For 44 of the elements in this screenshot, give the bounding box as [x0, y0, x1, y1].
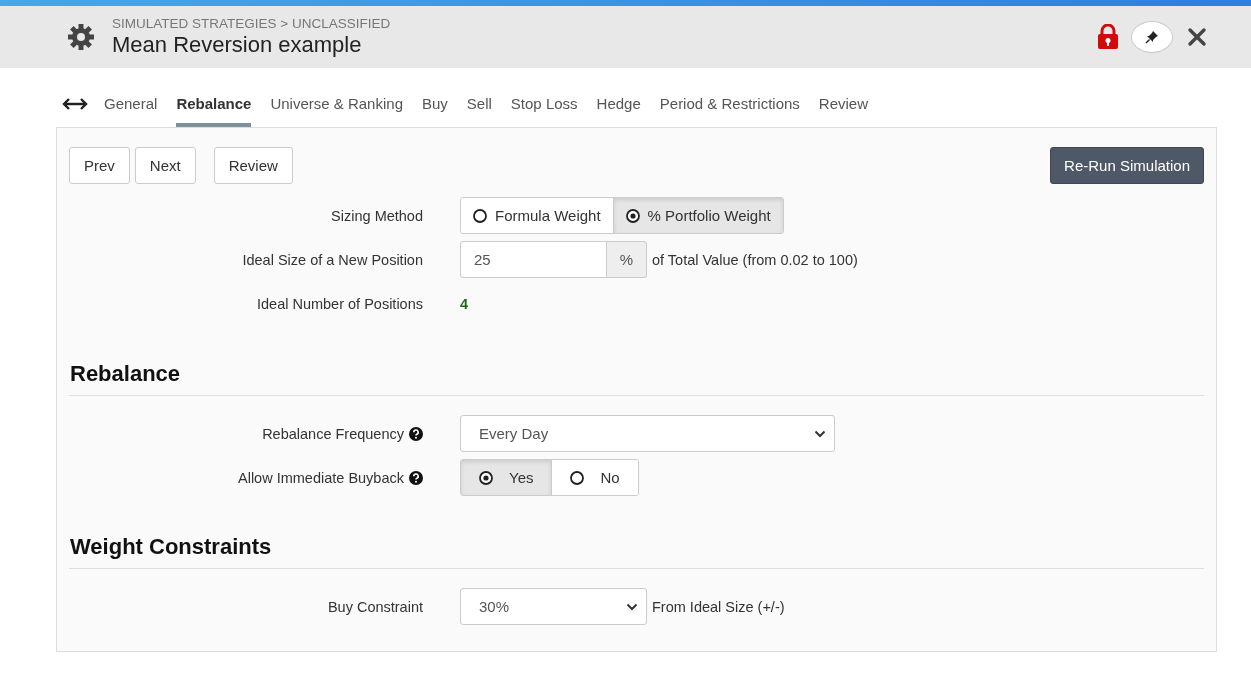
select-field[interactable]: Every Day: [460, 415, 835, 452]
tab[interactable]: Stop Loss: [510, 95, 578, 127]
section-heading: Rebalance: [69, 322, 1204, 396]
radio-icon[interactable]: [479, 470, 493, 485]
tab[interactable]: General: [104, 95, 158, 127]
field-label: Rebalance Frequency: [262, 425, 404, 442]
radio-icon[interactable]: [473, 208, 487, 223]
radio-icon[interactable]: [625, 208, 640, 223]
tab[interactable]: Review: [818, 95, 869, 127]
tab[interactable]: Period & Restrictions: [659, 95, 800, 127]
close-button[interactable]: [1187, 27, 1207, 47]
strategy-title: Mean Reversion example: [112, 32, 363, 58]
radio-option[interactable]: No: [551, 460, 638, 495]
radio-option[interactable]: % Portfolio Weight: [612, 198, 783, 233]
percent-addon: %: [607, 241, 647, 278]
nav-button[interactable]: Prev: [69, 147, 130, 184]
breadcrumb: SIMULATED STRATEGIES > UNCLASSIFIED: [112, 16, 392, 32]
section-heading: Weight Constraints: [69, 496, 1204, 569]
nav-button[interactable]: Next: [134, 147, 196, 184]
gear-icon: [66, 22, 96, 52]
field-label: Ideal Size of a New Position: [242, 251, 423, 268]
tab[interactable]: Hedge: [596, 95, 641, 127]
field-label: Buy Constraint: [327, 598, 423, 615]
pin-icon: [1145, 30, 1159, 44]
nav-button[interactable]: Review: [213, 147, 293, 184]
tab[interactable]: Universe & Ranking: [270, 95, 403, 127]
rerun-button[interactable]: Re-Run Simulation: [1050, 147, 1204, 184]
field-label: Allow Immediate Buyback: [238, 469, 404, 486]
caret-icon: [626, 602, 638, 611]
field-suffix: From Ideal Size (+/-): [652, 598, 785, 615]
pin-button[interactable]: [1131, 21, 1173, 53]
field-value: 4: [460, 295, 469, 312]
input-field[interactable]: 25: [460, 241, 607, 278]
field-suffix: of Total Value (from 0.02 to 100): [652, 251, 858, 268]
tab[interactable]: Sell: [466, 95, 492, 127]
field-label: Ideal Number of Positions: [256, 295, 423, 312]
field-label: Sizing Method: [331, 207, 423, 224]
radio-option[interactable]: Yes: [461, 460, 552, 495]
caret-icon: [814, 429, 826, 438]
radio-icon[interactable]: [570, 470, 585, 485]
double-arrow-icon[interactable]: [62, 97, 88, 111]
select-field[interactable]: 30%: [460, 588, 647, 625]
close-icon: [1187, 27, 1207, 47]
tab[interactable]: Buy: [422, 95, 448, 127]
